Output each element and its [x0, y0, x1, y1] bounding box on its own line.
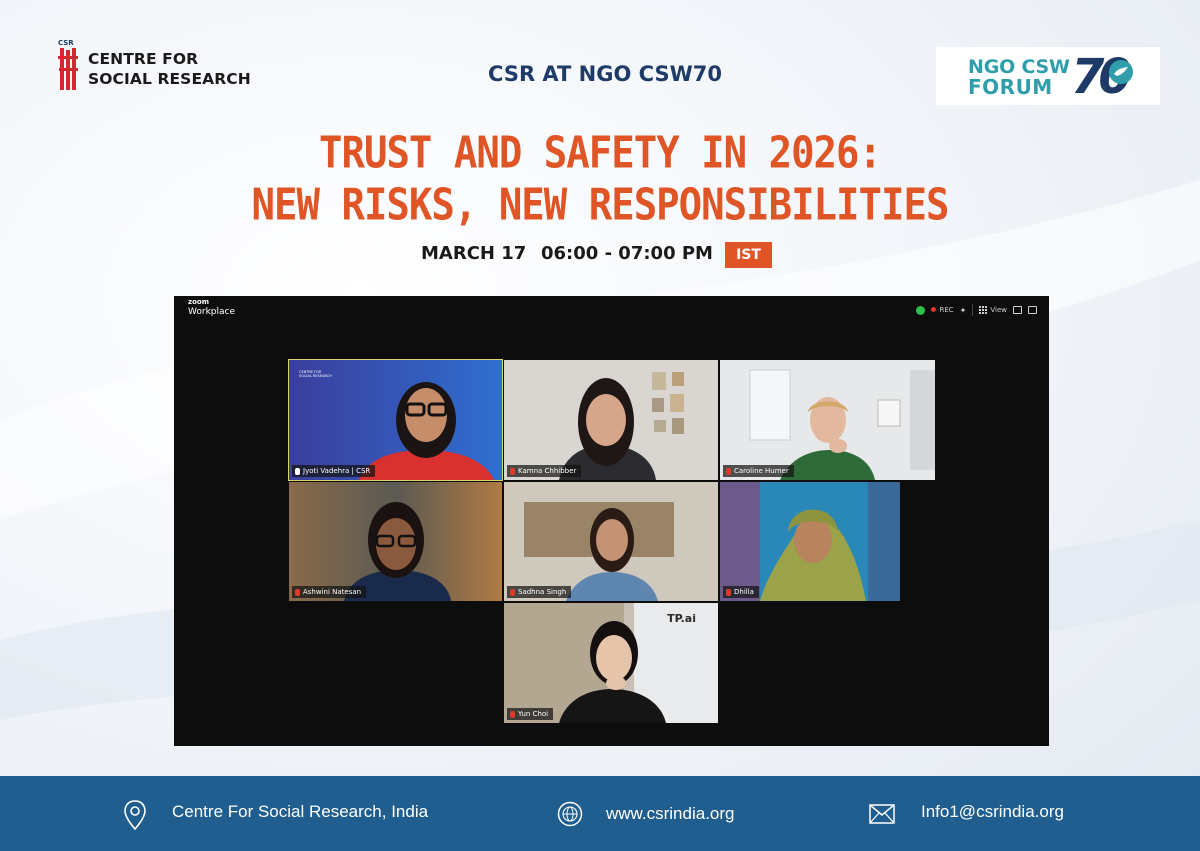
mic-muted-icon: [726, 588, 731, 596]
participant-video-6: [720, 482, 900, 601]
participant-name: Sadhna Singh: [518, 588, 567, 596]
timezone-badge: IST: [725, 242, 772, 268]
participant-video-2: [504, 360, 718, 480]
participant-tile-7[interactable]: TP.ai Yun Choi: [504, 603, 718, 723]
zoom-top-controls: REC ✦ View: [916, 303, 1037, 317]
ngo-csw-forum-logo: NGO CSW FORUM 70: [936, 47, 1160, 105]
recording-dot-icon: [931, 307, 937, 312]
controls-divider: [972, 304, 974, 316]
view-label: View: [990, 306, 1007, 314]
participant-video-5: [504, 482, 718, 601]
event-title-line2: NEW RISKS, NEW RESPONSIBILITIES: [251, 180, 950, 231]
recording-label: REC: [939, 306, 954, 314]
participant-name-label: Caroline Humer: [723, 465, 794, 477]
event-label: CSR AT NGO CSW70: [488, 62, 722, 86]
participant-name: Ashwini Natesan: [303, 588, 362, 596]
mic-muted-icon: [726, 467, 731, 475]
participant-name-label: Jyoti Vadehra | CSR: [292, 465, 376, 477]
footer-email-link[interactable]: Info1@csrindia.org: [921, 802, 1064, 822]
zoom-workplace-logo: zoom Workplace: [188, 298, 235, 317]
participant-name-label: Ashwini Natesan: [292, 586, 367, 598]
mic-muted-icon: [510, 467, 515, 475]
grid-view-icon: [979, 306, 988, 314]
tp-ai-logo: TP.ai: [667, 612, 696, 625]
event-time: 06:00 - 07:00 PM: [541, 243, 713, 264]
security-shield-icon[interactable]: [916, 305, 926, 315]
participant-name: Caroline Humer: [734, 467, 789, 475]
org-name-line2: SOCIAL RESEARCH: [88, 70, 251, 88]
zoom-window: zoom Workplace REC ✦ View CENTRE FOR SOC…: [174, 296, 1049, 746]
participant-video-3: [720, 360, 935, 480]
mic-muted-icon: [510, 710, 515, 718]
event-title-line1: TRUST AND SAFETY IN 2026:: [319, 128, 882, 179]
zoom-brand-bottom: Workplace: [188, 307, 236, 317]
participant-name-label: Dhilla: [723, 586, 759, 598]
csr-logo: CSR CENTRE FOR SOCIAL RESEARCH: [58, 38, 258, 94]
tile-org-logo-line2: SOCIAL RESEARCH: [299, 374, 332, 378]
participant-tile-6[interactable]: Dhilla: [720, 482, 900, 601]
globe-icon: [557, 801, 583, 827]
spark-icon[interactable]: ✦: [960, 306, 967, 315]
participant-name-label: Yun Choi: [507, 708, 554, 720]
view-button[interactable]: View: [979, 306, 1007, 314]
location-pin-icon: [124, 800, 146, 831]
dove-icon: [1109, 60, 1133, 84]
mic-muted-icon: [510, 588, 515, 596]
recording-indicator: REC: [931, 306, 954, 314]
participant-tile-4[interactable]: Ashwini Natesan: [289, 482, 502, 601]
org-name-line1: CENTRE FOR: [88, 50, 199, 68]
participant-tile-1[interactable]: CENTRE FOR SOCIAL RESEARCH Jyoti Vadehra…: [288, 359, 503, 481]
forum-logo-line2: FORUM: [968, 75, 1053, 99]
mic-muted-icon: [295, 588, 300, 596]
participant-name: Jyoti Vadehra | CSR: [303, 467, 371, 475]
participant-tile-5[interactable]: Sadhna Singh: [504, 482, 718, 601]
event-date: MARCH 17: [421, 243, 527, 264]
footer-organization: Centre For Social Research, India: [172, 802, 429, 821]
participant-tile-3[interactable]: Caroline Humer: [720, 360, 935, 480]
window-mode-icon[interactable]: [1013, 306, 1022, 314]
fullscreen-icon[interactable]: [1028, 306, 1037, 314]
mic-icon: [295, 467, 300, 475]
mail-icon: [869, 804, 895, 824]
svg-text:CSR: CSR: [58, 39, 74, 47]
zoom-brand-top: zoom: [188, 298, 209, 306]
footer-website-link[interactable]: www.csrindia.org: [606, 804, 735, 824]
participant-name: Kamna Chhibber: [518, 467, 577, 475]
participant-name: Dhilla: [734, 588, 754, 596]
participant-name-label: Kamna Chhibber: [507, 465, 582, 477]
org-name: CENTRE FOR SOCIAL RESEARCH: [88, 49, 258, 89]
participant-video-1: [289, 360, 502, 480]
tile-org-logo: CENTRE FOR SOCIAL RESEARCH: [299, 370, 332, 378]
footer: Centre For Social Research, India www.cs…: [0, 776, 1200, 851]
participant-name: Yun Choi: [518, 710, 549, 718]
csr-emblem-icon: CSR: [58, 39, 78, 90]
participant-video-4: [289, 482, 502, 601]
participant-tile-2[interactable]: Kamna Chhibber: [504, 360, 718, 480]
participant-name-label: Sadhna Singh: [507, 586, 572, 598]
